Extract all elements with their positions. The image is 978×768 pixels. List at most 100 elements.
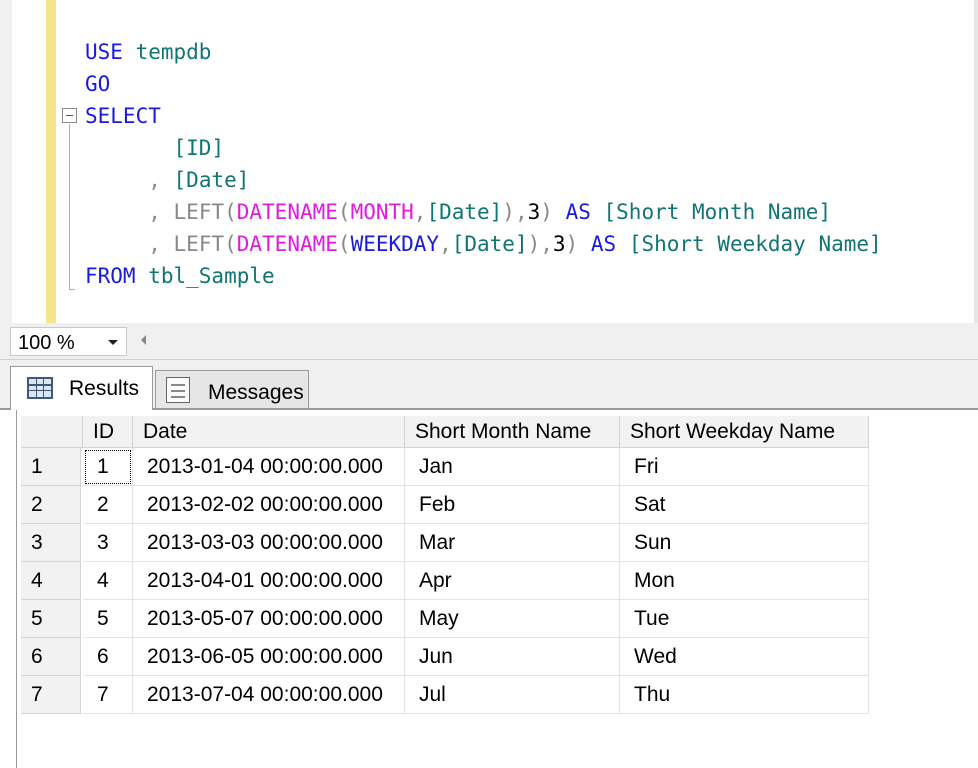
- code-token: tempdb: [122, 40, 212, 64]
- tab-messages-label: Messages: [208, 381, 304, 404]
- tab-results[interactable]: Results: [10, 366, 153, 410]
- table-cell[interactable]: 6: [83, 638, 133, 676]
- row-header[interactable]: 7: [21, 676, 81, 714]
- column-header[interactable]: Date: [133, 416, 405, 448]
- code-token: ,: [148, 232, 161, 256]
- table-cell[interactable]: Wed: [620, 638, 869, 676]
- tab-results-label: Results: [69, 377, 140, 400]
- table-cell[interactable]: Jun: [405, 638, 620, 676]
- code-token: FROM: [85, 264, 136, 288]
- table-cell[interactable]: 2013-02-02 00:00:00.000: [133, 486, 405, 524]
- code-token: ,: [148, 200, 161, 224]
- table-cell[interactable]: Sat: [620, 486, 869, 524]
- table-cell[interactable]: Thu: [620, 676, 869, 714]
- zoom-dropdown[interactable]: 100 %: [10, 327, 127, 356]
- table-cell[interactable]: 2013-01-04 00:00:00.000: [133, 448, 405, 486]
- table-cell[interactable]: Apr: [405, 562, 620, 600]
- outline-tick: [69, 289, 75, 290]
- editor-edge: [974, 0, 978, 323]
- messages-icon: [166, 377, 190, 403]
- grid-icon: [27, 377, 53, 399]
- table-cell[interactable]: 1: [83, 448, 133, 486]
- code-token: tbl_Sample: [135, 264, 275, 288]
- zoom-bar: 100 %: [0, 323, 978, 360]
- code-line[interactable]: , LEFT(DATENAME(WEEKDAY,[Date]),3) AS [S…: [85, 229, 881, 259]
- code-token: [Date]: [426, 200, 503, 224]
- table-cell[interactable]: Mar: [405, 524, 620, 562]
- code-line[interactable]: FROM tbl_Sample: [85, 261, 275, 291]
- table-cell[interactable]: Jul: [405, 676, 620, 714]
- code-token: 3: [552, 232, 566, 256]
- sql-editor[interactable]: USE tempdb GO SELECT [ID] , [Date] , LEFT(…: [0, 0, 978, 323]
- table-cell[interactable]: 3: [83, 524, 133, 562]
- code-token: (: [337, 200, 351, 224]
- row-header[interactable]: 4: [21, 562, 81, 600]
- results-pane: ID Date Short Month Name Short Weekday Name…: [16, 410, 978, 768]
- code-token: AS: [590, 232, 617, 256]
- code-token: [ID]: [173, 136, 225, 160]
- change-tracking-bar: [46, 0, 56, 323]
- row-header[interactable]: 1: [21, 448, 81, 486]
- code-token: (: [337, 232, 351, 256]
- code-token: DATENAME: [236, 200, 338, 224]
- scroll-left-icon[interactable]: [141, 335, 146, 345]
- code-token: [Date]: [173, 168, 250, 192]
- code-line[interactable]: , [Date]: [85, 165, 249, 195]
- row-header[interactable]: 5: [21, 600, 81, 638]
- table-cell[interactable]: 4: [83, 562, 133, 600]
- code-token: ),: [527, 232, 553, 256]
- table-cell[interactable]: Feb: [405, 486, 620, 524]
- table-cell[interactable]: 2: [83, 486, 133, 524]
- table-cell[interactable]: May: [405, 600, 620, 638]
- table-cell[interactable]: Tue: [620, 600, 869, 638]
- code-token: GO: [85, 72, 111, 96]
- table-cell[interactable]: 2013-04-01 00:00:00.000: [133, 562, 405, 600]
- code-token: ): [540, 200, 553, 224]
- code-token: LEFT(: [173, 200, 237, 224]
- table-cell[interactable]: 2013-06-05 00:00:00.000: [133, 638, 405, 676]
- table-cell[interactable]: 2013-07-04 00:00:00.000: [133, 676, 405, 714]
- code-line[interactable]: SELECT: [85, 101, 161, 131]
- row-header[interactable]: 3: [21, 524, 81, 562]
- code-token: DATENAME: [236, 232, 338, 256]
- table-cell[interactable]: Jan: [405, 448, 620, 486]
- table-cell[interactable]: Sun: [620, 524, 869, 562]
- row-header[interactable]: 6: [21, 638, 81, 676]
- code-token: ),: [502, 200, 528, 224]
- table-cell[interactable]: Mon: [620, 562, 869, 600]
- tab-messages[interactable]: Messages: [155, 370, 309, 408]
- outline-line: [69, 124, 70, 290]
- column-header[interactable]: Short Month Name: [405, 416, 620, 448]
- table-cell[interactable]: 2013-03-03 00:00:00.000: [133, 524, 405, 562]
- grid-corner[interactable]: [21, 416, 83, 448]
- editor-margin: [0, 0, 12, 323]
- column-header[interactable]: ID: [83, 416, 133, 448]
- collapse-icon[interactable]: [62, 108, 77, 123]
- code-line[interactable]: [ID]: [85, 133, 225, 163]
- table-cell[interactable]: 5: [83, 600, 133, 638]
- column-header[interactable]: Short Weekday Name: [620, 416, 869, 448]
- row-header[interactable]: 2: [21, 486, 81, 524]
- table-cell[interactable]: 2013-05-07 00:00:00.000: [133, 600, 405, 638]
- zoom-value: 100 %: [18, 332, 75, 354]
- code-line[interactable]: GO: [85, 69, 110, 99]
- code-line[interactable]: USE tempdb: [85, 37, 211, 67]
- chevron-down-icon[interactable]: [108, 340, 118, 345]
- code-token: LEFT(: [173, 232, 237, 256]
- results-tab-strip: Results Messages: [0, 360, 978, 410]
- code-line[interactable]: , LEFT(DATENAME(MONTH,[Date]),3) AS [Sho…: [85, 197, 831, 227]
- code-token: ): [565, 232, 579, 256]
- table-cell[interactable]: 7: [83, 676, 133, 714]
- code-token: AS: [565, 200, 591, 224]
- code-token: USE: [85, 40, 123, 64]
- table-cell[interactable]: Fri: [620, 448, 869, 486]
